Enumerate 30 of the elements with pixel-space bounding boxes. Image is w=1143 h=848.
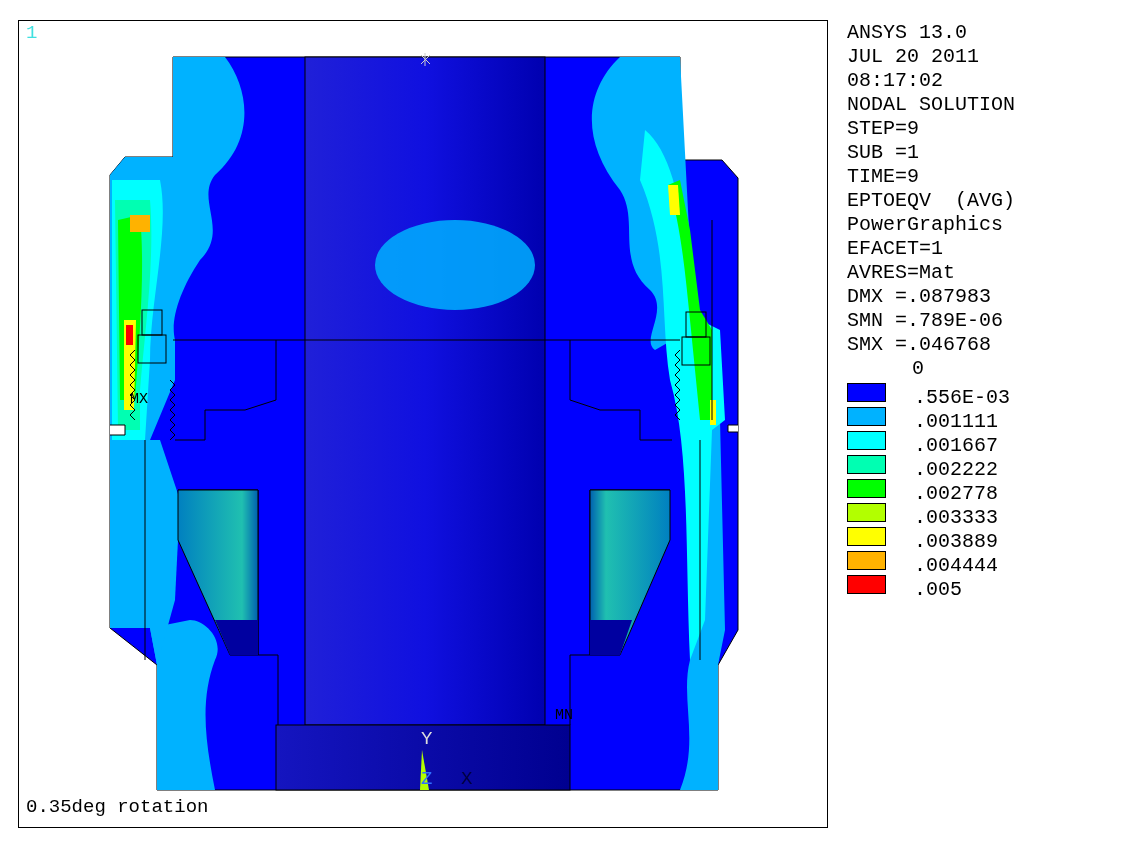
result-info-line: SUB =1 — [847, 141, 920, 165]
legend-value: .001111 — [914, 410, 998, 434]
result-info-line: JUL 20 2011 — [847, 45, 981, 69]
legend-value: .001667 — [914, 434, 998, 458]
legend-value: .003333 — [914, 506, 998, 530]
result-info-line: SMN =.789E-06 — [847, 309, 1005, 333]
view-rotation-caption: 0.35deg rotation — [26, 796, 209, 818]
legend-value: .556E-03 — [914, 386, 1010, 410]
result-info-line: EPTOEQV (AVG) — [847, 189, 1016, 213]
legend-value: .002222 — [914, 458, 998, 482]
x-axis-label: X — [461, 768, 473, 790]
window-number: 1 — [26, 22, 38, 44]
result-info-line: 08:17:02 — [847, 69, 944, 93]
result-info-line: EFACET=1 — [847, 237, 944, 261]
result-info-line: PowerGraphics — [847, 213, 1005, 237]
result-info-line: SMX =.046768 — [847, 333, 993, 357]
min-marker-label: MN — [555, 707, 573, 724]
result-info-line: TIME=9 — [847, 165, 920, 189]
legend-value: .003889 — [914, 530, 998, 554]
result-info-line: NODAL SOLUTION — [847, 93, 1016, 117]
y-axis-label: Y — [421, 728, 433, 750]
result-info-line: ANSYS 13.0 — [847, 21, 969, 45]
result-info-line: STEP=9 — [847, 117, 920, 141]
legend-value: .005 — [914, 578, 962, 602]
result-info-line: DMX =.087983 — [847, 285, 993, 309]
legend-value: 0 — [911, 357, 925, 381]
legend-value: .002778 — [914, 482, 998, 506]
node-marker-icon — [420, 52, 431, 67]
result-info-line: AVRES=Mat — [847, 261, 957, 285]
legend-value: .004444 — [914, 554, 998, 578]
